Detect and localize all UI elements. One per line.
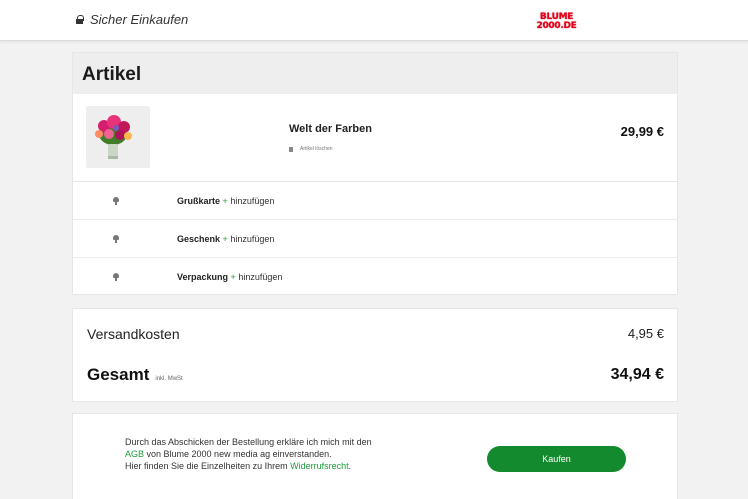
withdrawal-link[interactable]: Widerrufsrecht [290, 461, 349, 471]
shipping-value: 4,95 € [627, 326, 664, 341]
extra-name: Grußkarte [177, 196, 221, 206]
legal-line-1: Durch das Abschicken der Bestellung erkl… [125, 437, 372, 447]
article-card: Artikel Welt der Farben Artikel löschen [72, 52, 678, 295]
plus-sign: + [222, 196, 228, 206]
totals-card: Versandkosten 4,95 € Gesamt inkl. MwSt 3… [72, 308, 678, 402]
legal-line-3: Hier finden Sie die Einzelheiten zu Ihre… [125, 461, 291, 471]
blume2000-logo[interactable]: BLUME 2000.DE [531, 11, 582, 33]
extra-name: Verpackung [177, 272, 229, 282]
greeting-card-icon [113, 197, 119, 205]
trash-icon [289, 146, 293, 152]
total-label: Gesamt [87, 365, 150, 384]
agb-link[interactable]: AGB [125, 449, 144, 459]
buy-button[interactable]: Kaufen [487, 446, 626, 472]
extra-packaging-text: Verpackung + hinzufügen [177, 272, 282, 282]
extra-name: Geschenk [177, 234, 221, 244]
article-section-title: Artikel [73, 53, 677, 94]
product-price: 29,99 € [620, 124, 664, 139]
extra-row-greeting-card[interactable]: Grußkarte + hinzufügen [73, 182, 677, 220]
bouquet-image [86, 106, 150, 168]
shipping-label: Versandkosten [87, 326, 180, 342]
legal-line-2: von Blume 2000 new media ag einverstande… [144, 449, 332, 459]
extra-greeting-card-text: Grußkarte + hinzufügen [177, 196, 274, 206]
top-bar: Sicher Einkaufen BLUME 2000.DE [0, 0, 748, 41]
total-value: 34,94 € [610, 366, 664, 383]
lock-icon [76, 15, 84, 24]
add-link[interactable]: hinzufügen [238, 272, 282, 282]
remove-article-button[interactable]: Artikel löschen [289, 146, 333, 152]
legal-text: Durch das Abschicken der Bestellung erkl… [125, 436, 425, 472]
gift-icon [113, 235, 119, 243]
total-label-group: Gesamt inkl. MwSt [87, 365, 183, 385]
add-link[interactable]: hinzufügen [230, 196, 274, 206]
extra-gift-text: Geschenk + hinzufügen [177, 234, 274, 244]
legal-line-4: . [348, 461, 352, 471]
vat-note: inkl. MwSt [155, 376, 183, 382]
add-link[interactable]: hinzufügen [230, 234, 274, 244]
remove-article-label: Artikel löschen [300, 146, 333, 152]
product-name[interactable]: Welt der Farben [289, 123, 372, 135]
order-card: Durch das Abschicken der Bestellung erkl… [72, 413, 678, 499]
secure-checkout-notice: Sicher Einkaufen [76, 12, 188, 27]
logo-line-2: 2000.DE [536, 21, 577, 31]
extra-row-gift[interactable]: Geschenk + hinzufügen [73, 220, 677, 258]
product-row: Welt der Farben Artikel löschen 29,99 € [73, 94, 677, 182]
plus-sign: + [222, 234, 228, 244]
extra-row-packaging[interactable]: Verpackung + hinzufügen [73, 258, 677, 296]
secure-checkout-label: Sicher Einkaufen [90, 12, 189, 27]
packaging-icon [113, 273, 119, 281]
plus-sign: + [230, 272, 236, 282]
